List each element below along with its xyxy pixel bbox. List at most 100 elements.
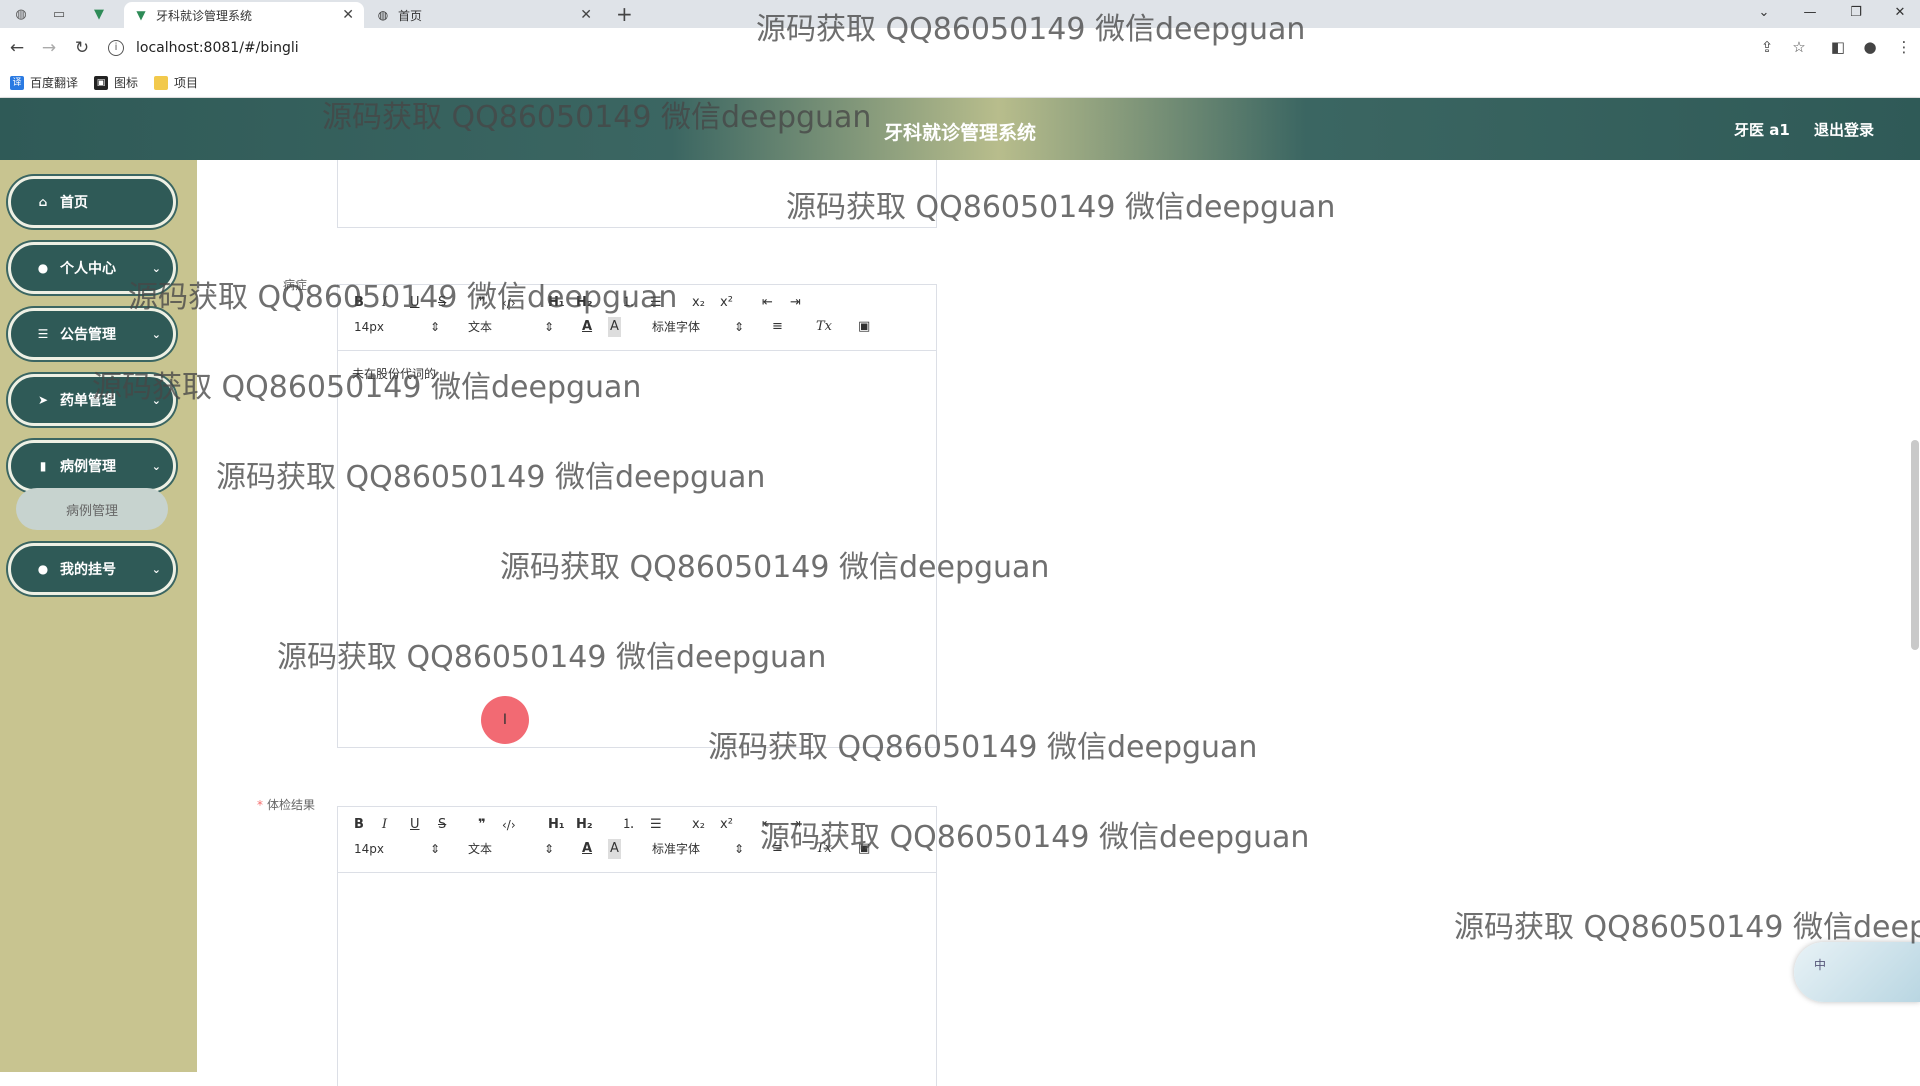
sidebar-item-prescription[interactable]: ➤ 药单管理 ⌄ [8,374,176,426]
image-button[interactable]: ▣ [858,839,870,859]
font-select[interactable]: 标准字体 [652,317,700,337]
profile-icon[interactable]: ● [1859,38,1881,56]
text-color-button[interactable]: A [582,317,592,337]
italic-button[interactable]: I [382,815,387,835]
symptom-editor: B I U S ❞ ‹/› H₁ H₂ ⒈ ☰ x₂ x² ⇤ ⇥ 14px ⇕… [337,284,937,748]
new-tab-button[interactable]: + [616,3,633,25]
bold-button[interactable]: B [354,293,364,313]
sidebar: ⌂ 首页 ● 个人中心 ⌄ ☰ 公告管理 ⌄ ➤ 药单管理 ⌄ ▮ 病例管理 ⌄… [0,160,197,1072]
quote-button[interactable]: ❞ [478,815,486,835]
exam-result-editor-body[interactable] [338,873,936,1085]
minimize-button[interactable]: — [1790,2,1830,24]
superscript-button[interactable]: x² [720,815,733,835]
chevron-updown-icon: ⇕ [544,842,555,856]
clean-format-button[interactable]: Tx [816,317,832,337]
background-color-button[interactable]: A [608,317,621,337]
superscript-button[interactable]: x² [720,293,733,313]
header-select[interactable]: 文本 [468,317,492,337]
globe-icon[interactable]: ◍ [8,3,34,25]
text-color-button[interactable]: A [582,839,592,859]
close-icon[interactable]: ✕ [342,7,354,23]
app-title: 牙科就诊管理系统 [883,122,1036,144]
strike-button[interactable]: S [438,815,446,835]
editor-toolbar: B I U S ❞ ‹/› H₁ H₂ ⒈ ☰ x₂ x² ⇤ ⇥ 14px ⇕… [338,807,936,873]
sidebar-item-cases[interactable]: ▮ 病例管理 ⌄ [8,440,176,492]
pinned-tab-icon[interactable]: ▭ [46,3,72,25]
field-label-symptom: 病症 [283,278,308,292]
exam-result-editor: B I U S ❞ ‹/› H₁ H₂ ⒈ ☰ x₂ x² ⇤ ⇥ 14px ⇕… [337,806,937,1086]
background-color-button[interactable]: A [608,839,621,859]
h1-button[interactable]: H₁ [548,815,565,835]
bullet-list-button[interactable]: ☰ [650,815,662,835]
h1-button[interactable]: H₁ [548,293,565,313]
close-icon[interactable]: ✕ [580,7,592,23]
share-icon[interactable]: ⇪ [1756,38,1778,56]
strike-button[interactable]: S [438,293,446,313]
bookmark-baidu-translate[interactable]: 译 百度翻译 [10,74,78,91]
tab-search-icon[interactable]: ⌄ [1744,2,1784,24]
send-icon: ➤ [37,393,49,407]
chevron-down-icon: ⌄ [151,261,161,275]
chevron-down-icon: ⌄ [151,393,161,407]
reload-icon[interactable]: ↻ [70,36,94,60]
image-button[interactable]: ▣ [858,317,870,337]
chevron-updown-icon: ⇕ [734,842,745,856]
size-select[interactable]: 14px [354,317,384,337]
code-button[interactable]: ‹/› [502,815,516,835]
outdent-button[interactable]: ⇤ [762,293,773,313]
symptom-editor-body[interactable]: 未在股份代词的 [338,351,936,747]
italic-button[interactable]: I [382,293,387,313]
sidebar-item-profile[interactable]: ● 个人中心 ⌄ [8,242,176,294]
back-icon[interactable]: ← [5,36,29,60]
close-window-button[interactable]: ✕ [1880,2,1920,24]
chevron-down-icon: ⌄ [151,327,161,341]
logout-button[interactable]: 退出登录 [1814,119,1874,140]
previous-editor[interactable] [337,160,937,228]
sidepanel-icon[interactable]: ◧ [1827,38,1849,56]
align-button[interactable]: ≡ [772,317,783,337]
vue-icon[interactable]: ▼ [86,3,112,25]
size-select[interactable]: 14px [354,839,384,859]
subscript-button[interactable]: x₂ [692,815,705,835]
chevron-updown-icon: ⇕ [734,320,745,334]
submenu-case-management[interactable]: 病例管理 [16,488,168,530]
sidebar-item-notice[interactable]: ☰ 公告管理 ⌄ [8,308,176,360]
bold-button[interactable]: B [354,815,364,835]
star-icon[interactable]: ☆ [1788,38,1810,56]
tab-dental-system[interactable]: ▼ 牙科就诊管理系统 ✕ [124,2,364,28]
font-select[interactable]: 标准字体 [652,839,700,859]
h2-button[interactable]: H₂ [576,293,593,313]
bookmark-icons[interactable]: ▣ 图标 [94,74,138,91]
quote-button[interactable]: ❞ [478,293,486,313]
sidebar-item-home[interactable]: ⌂ 首页 [8,176,176,228]
underline-button[interactable]: U [410,815,420,835]
ordered-list-button[interactable]: ⒈ [622,293,635,313]
url-field[interactable]: i localhost:8081/#/bingli [108,34,1774,62]
sidebar-item-registration[interactable]: ● 我的挂号 ⌄ [8,543,176,595]
h2-button[interactable]: H₂ [576,815,593,835]
address-bar-row: ← → ↻ i localhost:8081/#/bingli ⇪ ☆ ◧ ● … [0,28,1920,68]
ordered-list-button[interactable]: ⒈ [622,815,635,835]
bullet-list-button[interactable]: ☰ [650,293,662,313]
location-icon: ● [37,562,49,576]
underline-button[interactable]: U [410,293,420,313]
page-scrollbar[interactable] [1911,440,1919,650]
bar-chart-icon: ▮ [39,459,47,473]
header-select[interactable]: 文本 [468,839,492,859]
menu-icon[interactable]: ⋮ [1893,38,1915,56]
info-icon[interactable]: i [108,40,124,56]
image-icon: ▣ [94,75,109,90]
outdent-button[interactable]: ⇤ [762,815,773,835]
indent-button[interactable]: ⇥ [790,293,801,313]
clean-format-button[interactable]: Tx [816,839,832,859]
bookmark-project[interactable]: 项目 [154,74,198,91]
indent-button[interactable]: ⇥ [790,815,801,835]
restore-button[interactable]: ❐ [1836,2,1876,24]
tab-home[interactable]: ◍ 首页 ✕ [366,2,602,28]
align-button[interactable]: ≡ [772,839,783,859]
floating-widget[interactable]: 中 [1794,942,1920,1002]
forward-icon[interactable]: → [37,36,61,60]
code-button[interactable]: ‹/› [502,293,516,313]
subscript-button[interactable]: x₂ [692,293,705,313]
chevron-updown-icon: ⇕ [430,320,441,334]
